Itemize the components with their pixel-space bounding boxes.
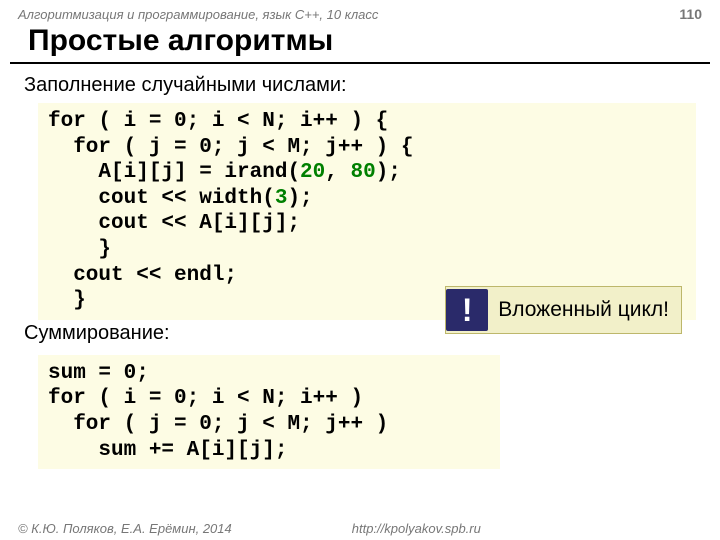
- code-line: }: [48, 289, 86, 312]
- code-literal: 20: [300, 161, 325, 184]
- copyright-label: © К.Ю. Поляков, Е.А. Ерёмин, 2014: [18, 521, 232, 536]
- header-row: Алгоритмизация и программирование, язык …: [0, 0, 720, 22]
- code-line: cout << A[i][j];: [48, 212, 300, 235]
- code-line: cout << width(: [48, 187, 275, 210]
- code-line: for ( j = 0; j < M; j++ ): [48, 413, 388, 436]
- code-text: );: [376, 161, 401, 184]
- callout-text: Вложенный цикл!: [498, 298, 669, 322]
- footer: © К.Ю. Поляков, Е.А. Ерёмин, 2014 http:/…: [0, 521, 720, 536]
- page-title: Простые алгоритмы: [10, 22, 710, 64]
- code-line: A[i][j] = irand(: [48, 161, 300, 184]
- page-number: 110: [679, 6, 702, 22]
- code-line: }: [48, 238, 111, 261]
- section-fill-heading: Заполнение случайными числами:: [0, 72, 720, 103]
- code-line: for ( j = 0; j < M; j++ ) {: [48, 136, 413, 159]
- course-label: Алгоритмизация и программирование, язык …: [18, 7, 378, 22]
- code-text: );: [287, 187, 312, 210]
- code-line: for ( i = 0; i < N; i++ ): [48, 387, 363, 410]
- code-line: sum += A[i][j];: [48, 439, 287, 462]
- exclamation-icon: !: [446, 289, 488, 331]
- code-line: sum = 0;: [48, 362, 149, 385]
- code-text: ,: [325, 161, 350, 184]
- code-literal: 80: [350, 161, 375, 184]
- code-block-sum: sum = 0; for ( i = 0; i < N; i++ ) for (…: [38, 355, 500, 469]
- code-line: for ( i = 0; i < N; i++ ) {: [48, 110, 388, 133]
- code-literal: 3: [275, 187, 288, 210]
- callout-box: ! Вложенный цикл!: [445, 286, 682, 334]
- footer-url: http://kpolyakov.spb.ru: [352, 521, 481, 536]
- code-line: cout << endl;: [48, 264, 237, 287]
